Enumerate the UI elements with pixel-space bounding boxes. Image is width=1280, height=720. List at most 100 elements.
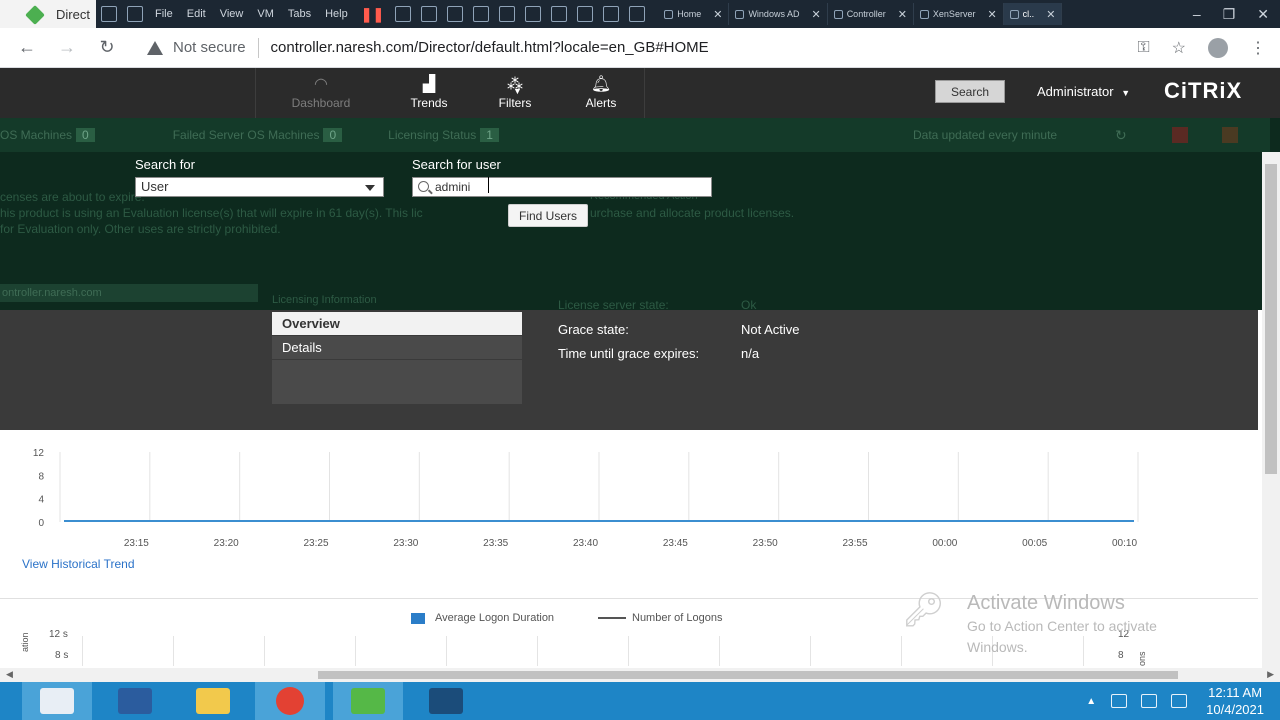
tray-expand-icon[interactable]: ▲	[1086, 696, 1096, 707]
nav-dashboard[interactable]: ◠ Dashboard	[256, 68, 386, 118]
y-tick-label: 8	[38, 471, 44, 482]
close-icon[interactable]: ✕	[713, 8, 722, 21]
taskbar-chrome[interactable]	[255, 682, 325, 720]
vm-home-icon[interactable]	[101, 6, 117, 22]
view-historical-trend-link[interactable]: View Historical Trend	[22, 557, 135, 571]
view-split-icon[interactable]	[499, 6, 516, 22]
more-menu-icon[interactable]: ⋮	[1250, 38, 1266, 58]
scroll-right-icon[interactable]: ▶	[1267, 669, 1274, 680]
vm-tab-controller[interactable]: Controller ✕	[828, 3, 914, 25]
chevron-down-icon: ▼	[1121, 88, 1131, 98]
scroll-thumb[interactable]	[1265, 164, 1277, 474]
grace-expiry-value: n/a	[741, 346, 760, 361]
network-icon[interactable]	[1111, 694, 1128, 708]
vm-tab-xenserver[interactable]: XenServer ✕	[914, 3, 1004, 25]
nav-trends-label: Trends	[410, 96, 448, 110]
x-tick-label: 23:50	[753, 538, 778, 549]
grid-line	[537, 636, 538, 666]
pause-icon[interactable]: ❚❚	[355, 6, 390, 23]
grid-line	[719, 636, 720, 666]
legend-avg-logon: Average Logon Duration	[411, 612, 554, 624]
search-button[interactable]: Search	[935, 80, 1005, 103]
vm-window-controls: – ❐ ✕	[1182, 0, 1280, 28]
close-icon[interactable]: ✕	[1046, 8, 1055, 21]
watermark-title: Activate Windows	[967, 592, 1125, 614]
menu-tabs[interactable]: Tabs	[281, 8, 318, 20]
find-users-button[interactable]: Find Users	[508, 204, 588, 227]
status-bar: OS Machines 0 Failed Server OS Machines 0 …	[0, 118, 1270, 152]
taskbar-desktop[interactable]	[411, 682, 481, 720]
address-separator	[257, 37, 259, 58]
vm-tab-icon	[664, 9, 674, 19]
close-window-icon[interactable]: ✕	[1246, 6, 1280, 23]
unity-icon[interactable]	[577, 6, 594, 22]
vm-tab-home[interactable]: Home ✕	[658, 3, 730, 25]
menu-file[interactable]: File	[148, 8, 180, 20]
send-keys-icon[interactable]	[395, 6, 412, 22]
user-menu[interactable]: Administrator ▼	[1037, 84, 1130, 99]
vertical-scrollbar[interactable]	[1262, 152, 1280, 682]
revert-snapshot-icon[interactable]	[447, 6, 464, 22]
action-center-icon[interactable]	[1141, 694, 1158, 708]
snapshot-manager-icon[interactable]	[473, 6, 490, 22]
sessions-chart: 12 8 4 0 23:15 23:20 23:25 23:30 23:35 23:40 23:45…	[33, 448, 1139, 549]
search-user-input[interactable]	[435, 179, 705, 195]
maximize-icon[interactable]: ❐	[1212, 6, 1247, 23]
vm-tabs: Home ✕ Windows AD ✕ Controller ✕ XenServer ✕…	[658, 3, 1063, 25]
scroll-thumb[interactable]	[318, 671, 1178, 679]
taskbar-clock[interactable]: 12:11 AM 10/4/2021	[1206, 684, 1264, 718]
search-for-select[interactable]: User	[135, 177, 384, 197]
powershell-icon	[118, 688, 152, 714]
stretch-icon[interactable]	[629, 6, 646, 22]
url-field[interactable]: controller.naresh.com/Director/default.h…	[271, 39, 709, 56]
bookmark-star-icon[interactable]: ☆	[1172, 38, 1186, 58]
y-tick-label: 0	[38, 518, 44, 529]
close-icon[interactable]: ✕	[811, 8, 820, 21]
close-icon[interactable]: ✕	[898, 8, 907, 21]
grid-line	[264, 636, 265, 666]
security-indicator[interactable]: Not secure	[147, 39, 246, 56]
key-icon[interactable]: ⚿	[1137, 39, 1149, 57]
search-user-field[interactable]	[412, 177, 712, 197]
search-user-label: Search for user	[412, 157, 501, 172]
close-icon[interactable]: ✕	[987, 8, 996, 21]
console-icon[interactable]	[603, 6, 620, 22]
vm-tab-icon	[919, 9, 929, 19]
status-failed-server-os: Failed Server OS Machines 0	[173, 128, 343, 142]
taskbar-explorer[interactable]	[178, 682, 248, 720]
vm-tab-client[interactable]: cl.. ✕	[1003, 3, 1063, 25]
vm-app-tab-label: Direct	[56, 6, 90, 22]
fullscreen-icon[interactable]	[551, 6, 568, 22]
taskbar-citrix-studio[interactable]	[333, 682, 403, 720]
reload-icon[interactable]: ↻	[89, 37, 125, 58]
chevron-down-icon[interactable]: ▼	[513, 86, 522, 96]
scroll-left-icon[interactable]: ◀	[6, 669, 13, 680]
volume-muted-icon[interactable]	[1171, 694, 1188, 708]
taskbar-powershell[interactable]	[100, 682, 170, 720]
refresh-icon: ↻	[1115, 126, 1127, 143]
notice-line: his product is using an Evaluation licen…	[0, 206, 423, 220]
nav-trends[interactable]: ▟ Trends	[386, 68, 472, 118]
taskbar-server-manager[interactable]	[22, 682, 92, 720]
tab-overview[interactable]: Overview	[272, 312, 522, 336]
menu-help[interactable]: Help	[318, 8, 355, 20]
snapshot-icon[interactable]	[421, 6, 438, 22]
grace-state-label: Grace state:	[558, 322, 629, 337]
tab-details[interactable]: Details	[272, 336, 522, 360]
y-axis-label: ation	[20, 632, 30, 652]
profile-avatar-icon[interactable]	[1208, 38, 1228, 58]
view-single-icon[interactable]	[525, 6, 542, 22]
menu-vm[interactable]: VM	[250, 8, 281, 20]
licensing-tabs: Overview Details	[272, 312, 522, 404]
back-arrow-icon[interactable]: ←	[9, 37, 45, 58]
nav-alerts[interactable]: 🔔︎ Alerts	[558, 68, 644, 118]
vm-tab-windows-ad[interactable]: Windows AD ✕	[729, 3, 828, 25]
vm-app-tab[interactable]: Direct	[0, 0, 96, 28]
menu-edit[interactable]: Edit	[180, 8, 213, 20]
vm-library-icon[interactable]	[127, 6, 143, 22]
horizontal-scrollbar[interactable]: ◀ ▶	[0, 668, 1280, 682]
menu-view[interactable]: View	[213, 8, 251, 20]
minimize-icon[interactable]: –	[1182, 6, 1212, 22]
forward-arrow-icon[interactable]: →	[49, 37, 85, 58]
grid-line	[810, 636, 811, 666]
